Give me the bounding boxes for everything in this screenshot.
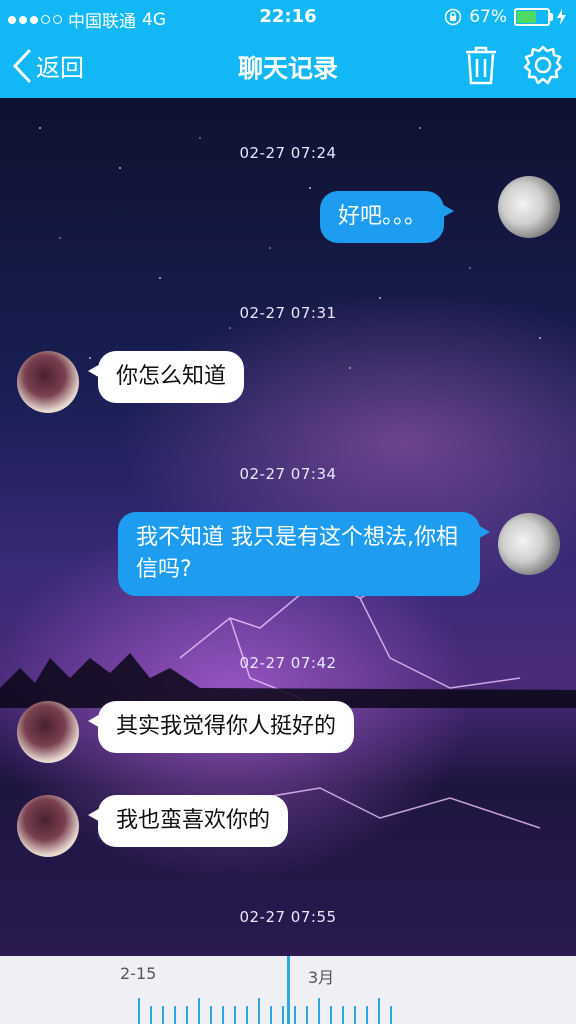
- charging-icon: [557, 9, 566, 25]
- timeline-tick: [150, 1006, 152, 1024]
- contact-message-bubble[interactable]: 我也蛮喜欢你的: [87, 795, 289, 847]
- battery-percent: 67%: [469, 7, 507, 27]
- timeline-tick: [330, 1006, 332, 1024]
- timeline-tick: [162, 1006, 164, 1024]
- timeline-tick: [198, 998, 200, 1024]
- timeline-tick: [138, 998, 140, 1024]
- battery-icon: [514, 8, 553, 26]
- my-avatar[interactable]: [498, 176, 560, 238]
- timeline-tick: [306, 1006, 308, 1024]
- timeline-tick: [234, 1006, 236, 1024]
- status-right: 67%: [444, 7, 566, 27]
- contact-avatar[interactable]: [17, 795, 79, 857]
- timeline-tick: [222, 1006, 224, 1024]
- trash-icon[interactable]: [462, 44, 500, 86]
- message-timestamp: 02-27 07:55: [239, 908, 337, 926]
- timeline-tick: [342, 1006, 344, 1024]
- message-timestamp: 02-27 07:31: [239, 304, 337, 322]
- timeline-tick: [186, 1006, 188, 1024]
- timeline-tick: [270, 1006, 272, 1024]
- timeline-tick: [366, 1006, 368, 1024]
- contact-message-bubble[interactable]: 你怎么知道: [87, 351, 245, 403]
- timeline-tick: [246, 1006, 248, 1024]
- timeline-tick: [282, 1006, 284, 1024]
- timeline-tick: [258, 998, 260, 1024]
- contact-avatar[interactable]: [17, 701, 79, 763]
- contact-avatar[interactable]: [17, 351, 79, 413]
- chat-history[interactable]: 02-27 07:24 好吧。。。 02-27 07:31 你怎么知道 02-2…: [0, 98, 576, 956]
- timeline-cursor[interactable]: [287, 956, 290, 1024]
- my-avatar[interactable]: [498, 513, 560, 575]
- contact-message-bubble[interactable]: 其实我觉得你人挺好的: [87, 701, 355, 753]
- date-timeline-slider[interactable]: 2-15 3月: [0, 956, 576, 1024]
- timeline-tick: [354, 1006, 356, 1024]
- timeline-tick: [390, 1006, 392, 1024]
- status-bar: 中国联通 4G 22:16 67%: [0, 0, 576, 34]
- orientation-lock-icon: [444, 8, 462, 26]
- timeline-tick: [210, 1006, 212, 1024]
- message-timestamp: 02-27 07:34: [239, 465, 337, 483]
- timeline-tick: [318, 998, 320, 1024]
- timeline-tick: [174, 1006, 176, 1024]
- my-message-bubble[interactable]: 好吧。。。: [320, 191, 455, 243]
- message-timestamp: 02-27 07:24: [239, 144, 337, 162]
- message-timestamp: 02-27 07:42: [239, 654, 337, 672]
- timeline-tick: [294, 1006, 296, 1024]
- timeline-tick: [378, 998, 380, 1024]
- gear-icon[interactable]: [522, 44, 564, 86]
- nav-bar: 返回 聊天记录: [0, 34, 576, 98]
- my-message-bubble[interactable]: 我不知道 我只是有这个想法,你相信吗?: [118, 512, 490, 596]
- timeline-label: 2-15: [120, 964, 157, 983]
- timeline-label: 3月: [308, 968, 335, 987]
